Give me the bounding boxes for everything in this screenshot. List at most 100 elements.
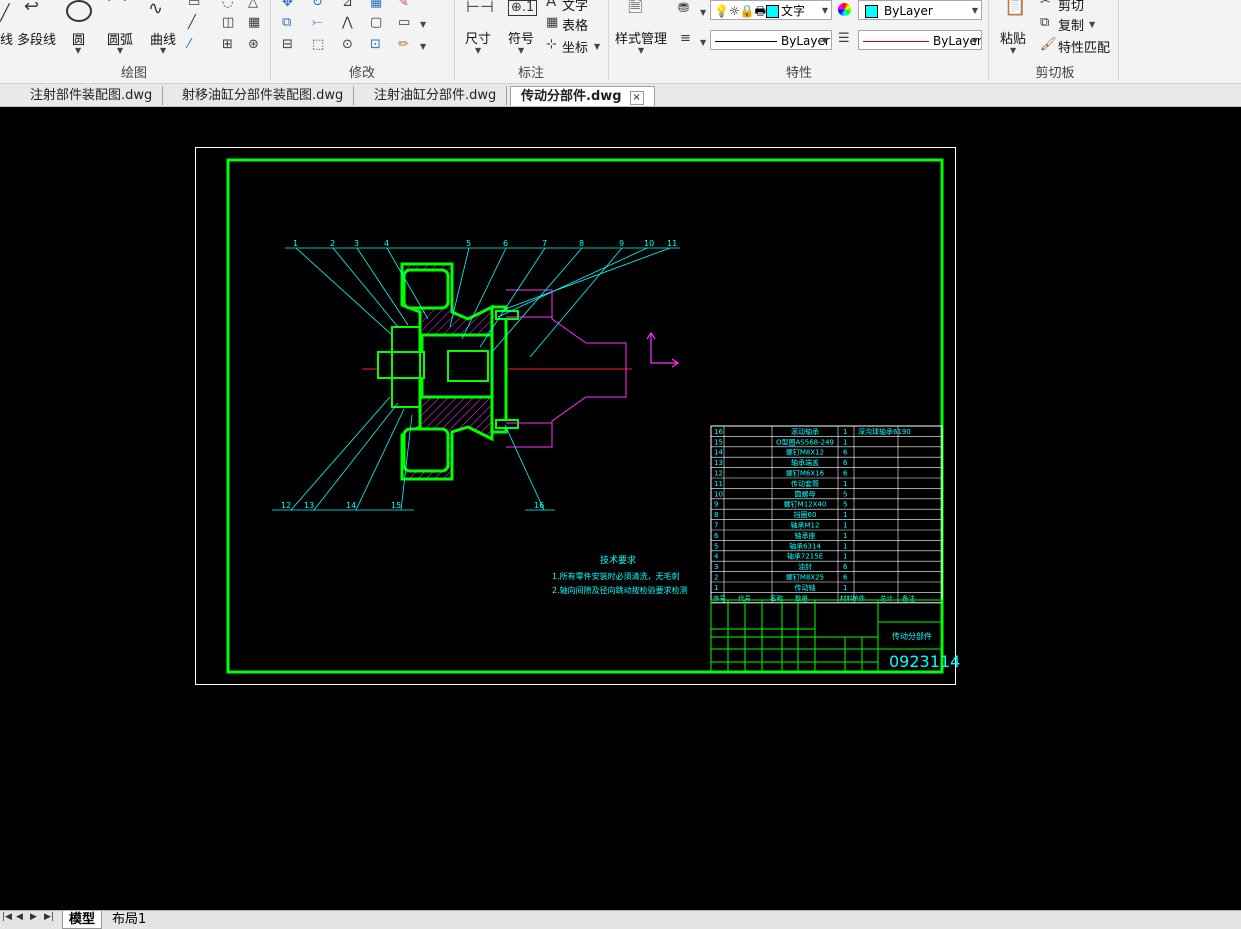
- paste-dropdown-icon[interactable]: ▼: [1010, 46, 1016, 55]
- cloud-icon[interactable]: ◌: [222, 0, 233, 10]
- style-manager-icon[interactable]: 🗎: [628, 0, 642, 16]
- copy-button[interactable]: 复制: [1058, 15, 1084, 34]
- bom-cell-name: 轴承座: [795, 531, 816, 540]
- trim-icon[interactable]: ⤚: [312, 16, 322, 30]
- dimension-button[interactable]: 尺寸: [465, 28, 491, 47]
- gradient-icon[interactable]: ▦: [248, 16, 260, 30]
- linetype-combo[interactable]: ByLayer ▼: [710, 30, 832, 50]
- paste-button[interactable]: 粘贴: [1000, 28, 1026, 47]
- symbol-dropdown-icon[interactable]: ▼: [518, 46, 524, 55]
- bom-cell-no: 14: [714, 449, 723, 457]
- text-button[interactable]: 文字: [562, 0, 588, 14]
- modify-dropdown-icon-2[interactable]: ▼: [420, 42, 426, 51]
- copy-dropdown-icon[interactable]: ▼: [1089, 20, 1095, 29]
- last-layout-icon[interactable]: ▶|: [44, 912, 54, 922]
- line-tool-icon[interactable]: ╱: [188, 16, 196, 30]
- line-icon[interactable]: ╱: [0, 5, 10, 21]
- curve-icon[interactable]: ∿: [148, 0, 163, 18]
- construction-line-icon[interactable]: ⁄: [188, 38, 190, 52]
- tab-assembly[interactable]: 注射部件装配图.dwg: [20, 86, 164, 105]
- break-icon[interactable]: ▭: [398, 16, 410, 30]
- circle-dropdown-icon[interactable]: ▼: [75, 46, 81, 55]
- linetype-scale-icon[interactable]: ☰: [838, 32, 850, 46]
- modify-dropdown-icon[interactable]: ▼: [420, 20, 426, 29]
- layer-properties-icon[interactable]: ⛃: [678, 2, 689, 16]
- table-button[interactable]: 表格: [562, 15, 588, 34]
- prev-layout-icon[interactable]: ◀: [16, 912, 23, 922]
- bom-cell-name: 螺钉M6X16: [786, 469, 825, 478]
- leader-line: [355, 408, 405, 511]
- rotate-icon[interactable]: ↻: [312, 0, 323, 10]
- modify-panel: ✥ ⧉ ⊟ ↻ ⤚ ⬚ ⊿ ⋀ ⊙ ▦ ▢ ⊡ ✎ ▭ ✏ ▼ ▼ 修改: [272, 0, 452, 83]
- clipboard-panel-title: 剪切板: [1035, 66, 1075, 81]
- dimension-dropdown-icon[interactable]: ▼: [475, 46, 481, 55]
- layer-dropdown-caret[interactable]: ▼: [700, 8, 706, 17]
- drawing-canvas[interactable]: 1 2 3 4 5 6 7 8 9 10 11 12 13 14 15 16 技术要求 1.所有零件安装时必须…: [0, 107, 1241, 910]
- symbol-button[interactable]: 符号: [508, 28, 534, 47]
- bom-border: [710, 425, 943, 604]
- tab-label: 射移油缸分部件装配图.dwg: [182, 88, 344, 103]
- chevron-down-icon: ▼: [971, 6, 978, 15]
- bom-header-cell: 备注: [902, 593, 916, 602]
- move-icon[interactable]: ✥: [282, 0, 293, 10]
- mirror-icon[interactable]: ⊿: [342, 0, 353, 10]
- arc-icon[interactable]: ⌒: [108, 0, 126, 16]
- explode-icon[interactable]: ▢: [370, 16, 382, 30]
- fillet-icon[interactable]: ⋀: [342, 16, 353, 30]
- scale-icon[interactable]: ⬚: [312, 38, 324, 52]
- leader-label: 10: [644, 239, 654, 248]
- first-layout-icon[interactable]: |◀: [2, 912, 12, 922]
- lineweight-icon[interactable]: ≡: [680, 32, 691, 46]
- leader-line: [313, 402, 399, 511]
- text-icon[interactable]: A: [546, 0, 556, 9]
- paste-icon[interactable]: 📋: [1004, 0, 1026, 16]
- hatch-icon[interactable]: △: [248, 0, 258, 10]
- lineweight-combo[interactable]: ByLayer ▼: [858, 30, 982, 50]
- offset-icon[interactable]: ⊙: [342, 38, 353, 52]
- coordinate-button[interactable]: 坐标: [562, 37, 588, 56]
- dimension-icon[interactable]: ⊢⊣: [466, 0, 494, 15]
- line-button-label[interactable]: 线: [0, 29, 13, 48]
- tab-transmission[interactable]: 传动分部件.dwg ×: [510, 86, 655, 106]
- next-layout-icon[interactable]: ▶: [30, 912, 37, 922]
- color-wheel-icon[interactable]: [838, 3, 851, 16]
- polyline-button[interactable]: 多段线: [17, 29, 56, 48]
- separator: [1118, 0, 1119, 80]
- bom-header-cell: 总计: [880, 593, 894, 602]
- erase-icon[interactable]: ✎: [398, 0, 409, 10]
- circle-icon[interactable]: [66, 0, 92, 22]
- tab-shift-cylinder[interactable]: 射移油缸分部件装配图.dwg: [172, 86, 355, 105]
- cut-icon[interactable]: ✂: [1040, 0, 1051, 9]
- polyline-icon[interactable]: ↩: [24, 0, 39, 16]
- style-manager-dropdown-icon[interactable]: ▼: [638, 46, 644, 55]
- block-icon[interactable]: ⊞: [222, 38, 233, 52]
- style-manager-button[interactable]: 样式管理: [615, 28, 667, 47]
- region-icon[interactable]: ◫: [222, 16, 234, 30]
- tab-layout1[interactable]: 布局1: [106, 911, 152, 928]
- symbol-icon[interactable]: ⊕.1: [508, 0, 538, 16]
- rectangle-icon[interactable]: ▭: [188, 0, 200, 10]
- boundary-icon[interactable]: ⊛: [248, 38, 259, 52]
- layer-combo[interactable]: 💡☼🔒🖶 文字 ▼: [710, 0, 832, 20]
- arc-dropdown-icon[interactable]: ▼: [117, 46, 123, 55]
- close-icon[interactable]: ×: [629, 91, 644, 105]
- tab-injection-cylinder[interactable]: 注射油缸分部件.dwg: [364, 86, 508, 105]
- table-icon[interactable]: ▦: [546, 16, 558, 30]
- curve-dropdown-icon[interactable]: ▼: [160, 46, 166, 55]
- array-icon[interactable]: ▦: [370, 0, 382, 10]
- leader-line: [504, 424, 545, 511]
- match-properties-icon[interactable]: 🖌: [1040, 38, 1057, 52]
- match-properties-button[interactable]: 特性匹配: [1058, 37, 1110, 56]
- join-icon[interactable]: ⊡: [370, 38, 381, 52]
- copy-icon[interactable]: ⧉: [1040, 16, 1049, 30]
- properties-edit-icon[interactable]: ✏: [398, 38, 409, 52]
- cut-button[interactable]: 剪切: [1058, 0, 1084, 14]
- coordinate-icon[interactable]: ⊹: [546, 38, 557, 52]
- bom-cell-no: 9: [714, 501, 718, 509]
- color-combo[interactable]: ByLayer ▼: [858, 0, 982, 20]
- tab-model[interactable]: 模型: [62, 911, 103, 929]
- coordinate-dropdown-icon[interactable]: ▼: [594, 42, 600, 51]
- stretch-icon[interactable]: ⊟: [282, 38, 293, 52]
- copy-object-icon[interactable]: ⧉: [282, 16, 291, 30]
- lineweight-dropdown-caret[interactable]: ▼: [700, 38, 706, 47]
